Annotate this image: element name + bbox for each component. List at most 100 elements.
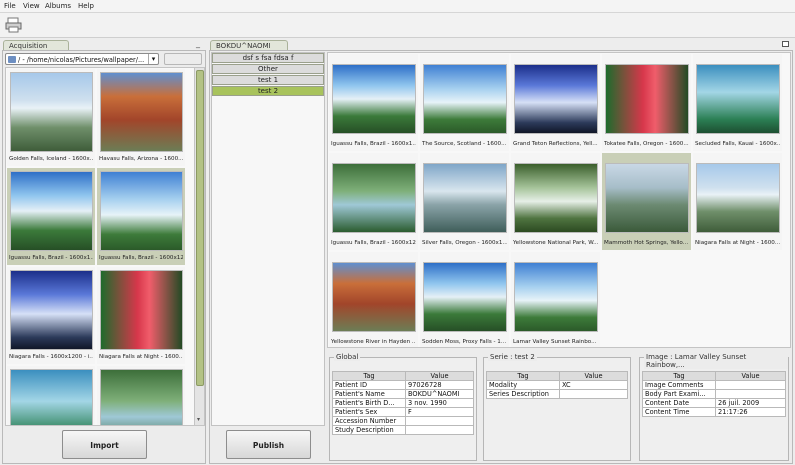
menu-view[interactable]: View — [23, 2, 40, 10]
thumbnail-image — [100, 270, 183, 350]
tag-cell: Patient's Name — [332, 389, 406, 399]
scrollbar-thumb[interactable] — [196, 70, 204, 386]
tag-cell: Study Description — [332, 425, 406, 435]
thumbnail-item[interactable]: Secluded Falls, Kauai - 1600x... — [693, 54, 782, 151]
thumbnail-image — [423, 163, 507, 233]
thumbnail-image — [423, 64, 507, 134]
thumbnail-caption: Secluded Falls, Kauai - 1600x... — [695, 141, 780, 147]
thumbnail-image — [100, 171, 183, 251]
series-list: dsf s fsa fdsa f Other test 1 test 2 — [211, 52, 325, 426]
scroll-down-icon[interactable]: ▾ — [197, 416, 200, 423]
series-item-active[interactable]: test 2 — [212, 86, 324, 96]
thumbnail-item[interactable]: Tokatee Falls, Oregon - 1600... — [602, 54, 691, 151]
print-button[interactable] — [5, 16, 23, 34]
thumbnail-caption: Grand Teton Reflections, Yell... — [513, 141, 598, 147]
folder-icon — [8, 56, 16, 63]
value-cell — [715, 380, 786, 390]
thumbnail-item[interactable]: Iguassu Falls, Brazil - 1600x1... — [7, 168, 95, 265]
path-select[interactable]: / - /home/nicolas/Pictures/wallpaper/...… — [5, 53, 159, 65]
maximize-icon[interactable] — [782, 41, 789, 47]
tag-cell: Patient's Sex — [332, 407, 406, 417]
table-row[interactable]: Patient's Birth D... 3 nov. 1990 — [332, 398, 474, 408]
path-value: / - /home/nicolas/Pictures/wallpaper/... — [18, 56, 145, 64]
thumbnail-caption: Niagara Falls at Night - 1600... — [99, 354, 183, 360]
thumbnail-item[interactable]: Niagara Falls at Night - 1600... — [97, 267, 185, 364]
series-item[interactable]: dsf s fsa fdsa f — [212, 53, 324, 63]
column-header[interactable]: Value — [559, 371, 628, 381]
thumbnail-item[interactable] — [7, 366, 95, 425]
thumbnail-image — [514, 163, 598, 233]
column-header[interactable]: Value — [715, 371, 786, 381]
thumbnail-image — [696, 64, 780, 134]
value-cell — [559, 389, 628, 399]
value-cell — [715, 389, 786, 399]
thumbnail-item[interactable]: Iguassu Falls, Brazil - 1600x12... — [329, 153, 418, 250]
thumbnail-item[interactable]: Mammoth Hot Springs, Yello... — [602, 153, 691, 250]
thumbnail-item[interactable] — [97, 366, 185, 425]
thumbnail-item[interactable]: Yellowstone National Park, W... — [511, 153, 600, 250]
thumbnail-item[interactable]: Grand Teton Reflections, Yell... — [511, 54, 600, 151]
tag-cell: Content Time — [642, 407, 716, 417]
thumbnail-item[interactable]: Niagara Falls - 1600x1200 - i... — [7, 267, 95, 364]
import-button[interactable]: Import — [62, 430, 147, 459]
thumbnail-item[interactable]: Sodden Moss, Proxy Falls - 1... — [420, 252, 509, 347]
thumbnail-item[interactable]: Iguassu Falls, Brazil - 1600x12... — [97, 168, 185, 265]
table-row[interactable]: Content Date 26 juil. 2009 — [642, 398, 786, 408]
thumbnail-item[interactable]: Yellowstone River in Hayden ... — [329, 252, 418, 347]
thumbnail-item[interactable]: Silver Falls, Oregon - 1600x1... — [420, 153, 509, 250]
column-header[interactable]: Tag — [486, 371, 560, 381]
table-row[interactable]: Body Part Exami... — [642, 389, 786, 399]
album-thumbnail-grid: Iguassu Falls, Brazil - 1600x1... The Sou… — [327, 52, 791, 348]
thumbnail-caption: Silver Falls, Oregon - 1600x1... — [422, 240, 507, 246]
menu-albums[interactable]: Albums — [45, 2, 71, 10]
table-row[interactable]: Content Time 21:17:26 — [642, 407, 786, 417]
tag-cell: Series Description — [486, 389, 560, 399]
minimize-icon[interactable]: _ — [196, 40, 204, 48]
value-cell: 26 juil. 2009 — [715, 398, 786, 408]
table-row[interactable]: Patient ID 97026728 — [332, 380, 474, 390]
column-header[interactable]: Tag — [332, 371, 406, 381]
thumbnail-item[interactable]: Golden Falls, Iceland - 1600x... — [7, 69, 95, 166]
column-header[interactable]: Tag — [642, 371, 716, 381]
table-row[interactable]: Series Description — [486, 389, 628, 399]
series-item[interactable]: test 1 — [212, 75, 324, 85]
table-row[interactable]: Patient's Name BOKDU^NAOMI — [332, 389, 474, 399]
chevron-down-icon[interactable]: ▾ — [148, 54, 158, 64]
thumbnail-image — [10, 270, 93, 350]
menu-help[interactable]: Help — [78, 2, 94, 10]
serie-group: Serie : test 2 Tag Value Modality XC Serie… — [483, 353, 631, 461]
publish-button[interactable]: Publish — [226, 430, 311, 459]
table-row[interactable]: Accession Number — [332, 416, 474, 426]
table-row[interactable]: Study Description — [332, 425, 474, 435]
thumbnail-image — [514, 262, 598, 332]
tab-album[interactable]: BOKDU^NAOMI — [210, 40, 288, 50]
thumbnail-image — [514, 64, 598, 134]
column-header[interactable]: Value — [405, 371, 474, 381]
series-item[interactable]: Other — [212, 64, 324, 74]
thumbnail-item[interactable]: Havasu Falls, Arizona - 1600... — [97, 69, 185, 166]
thumbnail-image — [332, 262, 416, 332]
thumbnail-item[interactable]: Iguassu Falls, Brazil - 1600x1... — [329, 54, 418, 151]
thumbnail-image — [10, 72, 93, 152]
thumbnail-item[interactable]: Niagara Falls at Night - 1600... — [693, 153, 782, 250]
global-group: Global Tag Value Patient ID 97026728 Patie… — [329, 353, 477, 461]
toolbar — [0, 13, 795, 38]
tag-cell: Image Comments — [642, 380, 716, 390]
tab-acquisition[interactable]: Acquisition — [3, 40, 69, 50]
acquisition-scrollbar[interactable]: ▾ — [194, 68, 204, 425]
table-row[interactable]: Patient's Sex F — [332, 407, 474, 417]
table-row[interactable]: Modality XC — [486, 380, 628, 390]
value-cell — [405, 416, 474, 426]
thumbnail-caption: Lamar Valley Sunset Rainbo... — [513, 339, 597, 345]
thumbnail-image — [332, 163, 416, 233]
thumbnail-caption: Yellowstone National Park, W... — [513, 240, 598, 246]
menu-bar: File View Albums Help — [0, 0, 795, 13]
image-title: Image : Lamar Valley Sunset Rainbow,... — [644, 353, 788, 369]
path-action-button[interactable] — [164, 53, 202, 65]
menu-file[interactable]: File — [4, 2, 16, 10]
thumbnail-item[interactable]: The Source, Scotland - 1600... — [420, 54, 509, 151]
thumbnail-image — [100, 369, 183, 425]
thumbnail-item[interactable]: Lamar Valley Sunset Rainbo... — [511, 252, 600, 347]
thumbnail-image — [423, 262, 507, 332]
table-row[interactable]: Image Comments — [642, 380, 786, 390]
